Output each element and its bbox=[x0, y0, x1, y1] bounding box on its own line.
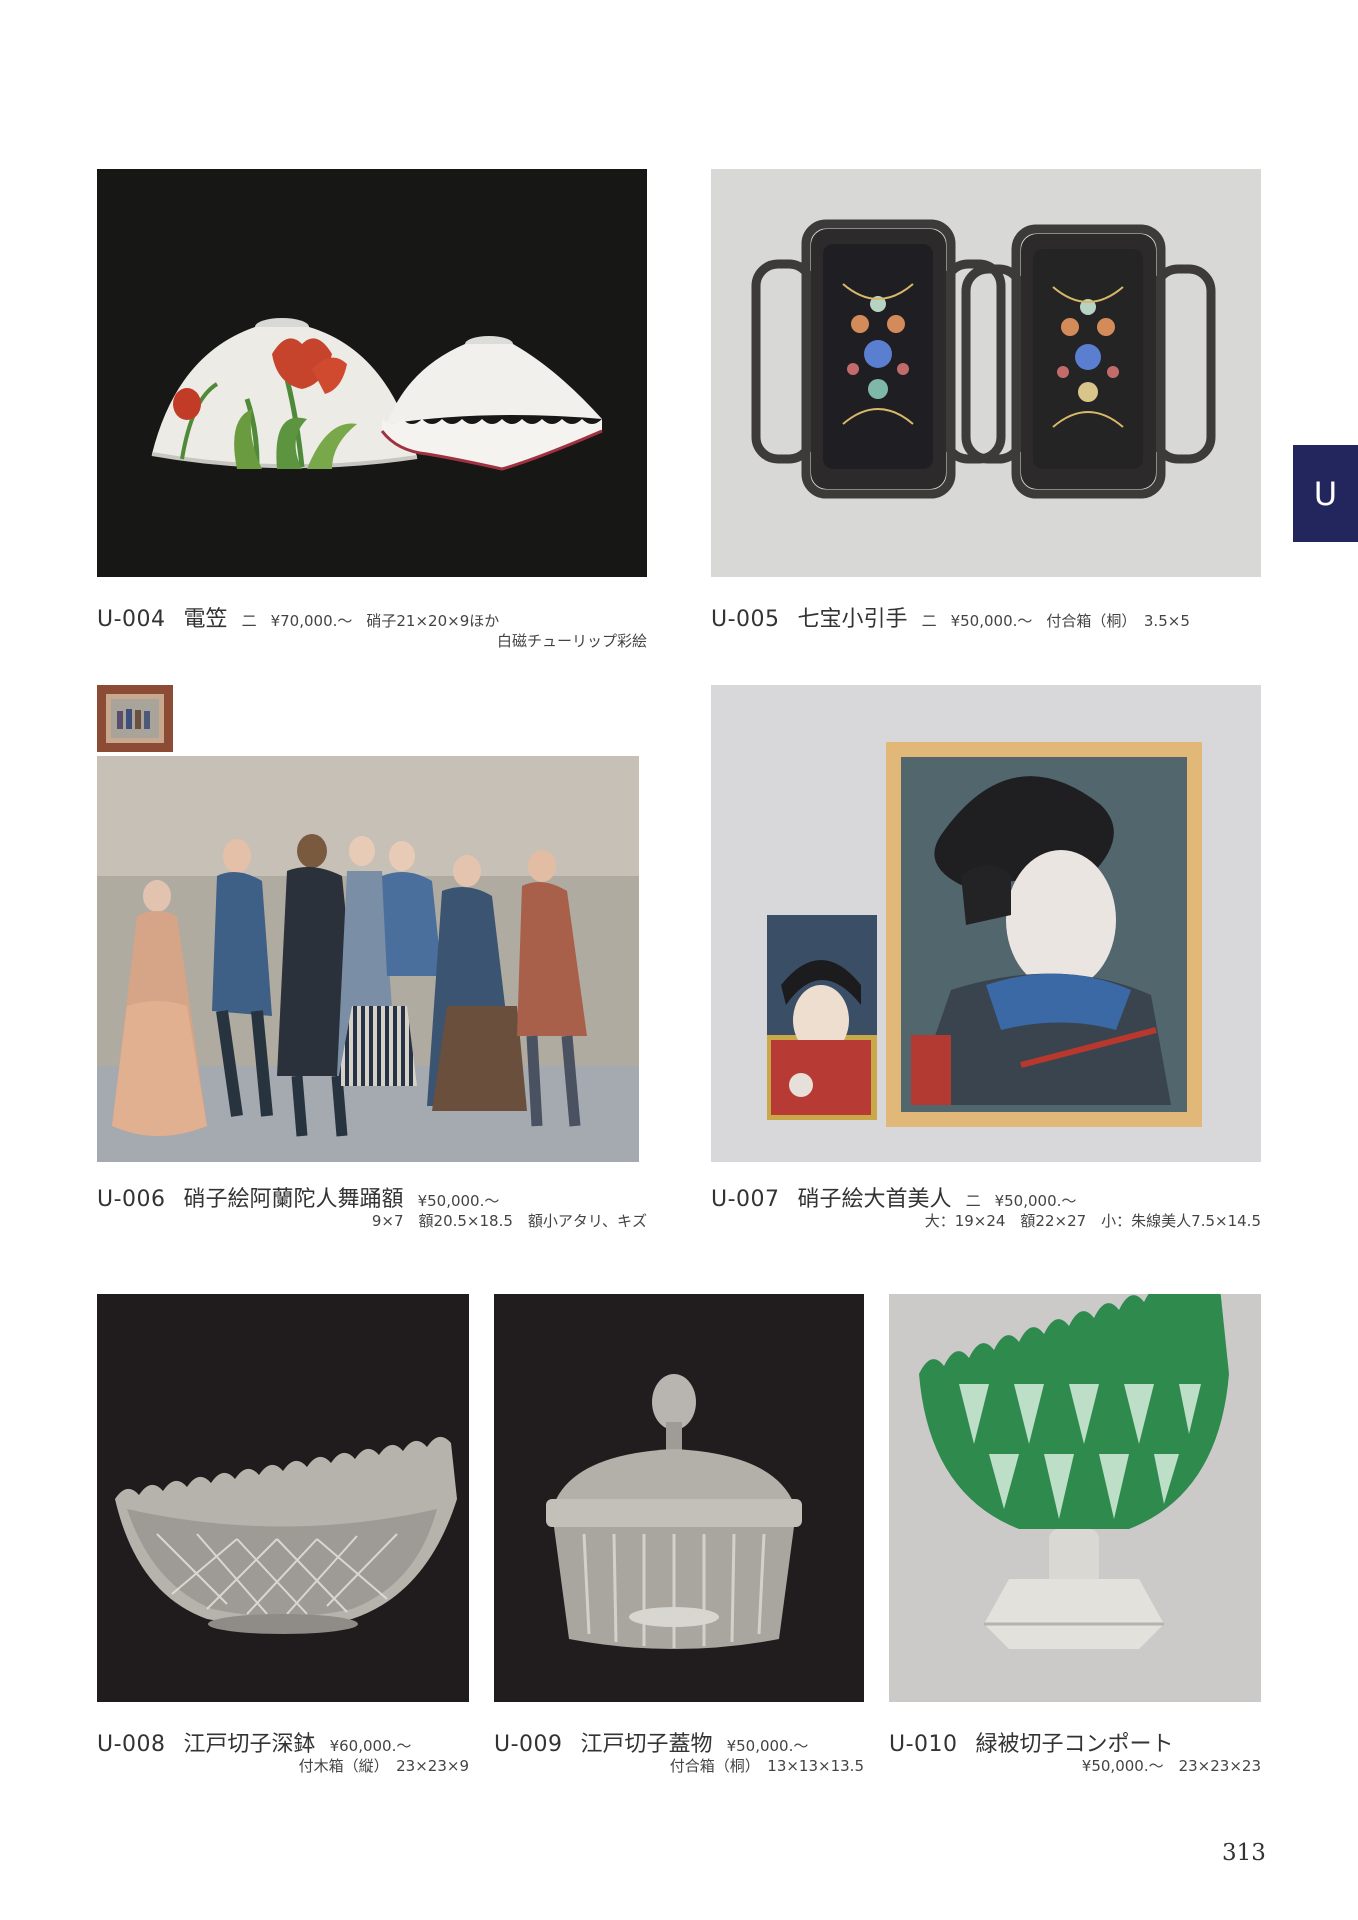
item-code: U-006 bbox=[97, 1187, 166, 1212]
item-code: U-009 bbox=[494, 1732, 563, 1757]
caption-u008: U-008 江戸切子深鉢 ¥60,000.〜 bbox=[97, 1726, 411, 1758]
photo-u004-lamp-shades bbox=[97, 169, 647, 577]
photo-u008-cut-glass-bowl bbox=[97, 1294, 469, 1702]
item-price: ¥50,000.〜 bbox=[994, 1192, 1077, 1210]
item-price: ¥50,000.〜 bbox=[726, 1737, 809, 1755]
photo-u006-dancers-painting bbox=[97, 756, 639, 1162]
item-code: U-005 bbox=[711, 607, 780, 632]
item-name: 七宝小引手 bbox=[797, 607, 908, 632]
photo-u007-bijin-paintings bbox=[711, 685, 1261, 1162]
caption-u006-line2: 9×7 額20.5×18.5 額小アタリ、キズ bbox=[371, 1212, 647, 1230]
item-code: U-010 bbox=[889, 1732, 958, 1757]
caption-u010-line2: ¥50,000.〜 23×23×23 bbox=[1081, 1757, 1261, 1775]
item-mark: 二 bbox=[921, 612, 937, 630]
item-price: ¥60,000.〜 bbox=[329, 1737, 412, 1755]
item-name: 緑被切子コンポート bbox=[975, 1732, 1174, 1757]
item-name: 硝子絵阿蘭陀人舞踊額 bbox=[183, 1187, 404, 1212]
item-price: ¥50,000.〜 bbox=[950, 612, 1033, 630]
caption-u010: U-010 緑被切子コンポート bbox=[889, 1726, 1174, 1758]
photo-u006-framed-thumbnail bbox=[97, 685, 173, 752]
item-code: U-007 bbox=[711, 1187, 780, 1212]
caption-u007: U-007 硝子絵大首美人二 ¥50,000.〜 bbox=[711, 1181, 1076, 1213]
item-detail: 付合箱（桐） 3.5×5 bbox=[1046, 612, 1190, 630]
caption-u004: U-004 電笠二 ¥70,000.〜 硝子21×20×9ほか bbox=[97, 601, 499, 633]
item-code: U-004 bbox=[97, 607, 166, 632]
photo-u005-cloisonne-pulls bbox=[711, 169, 1261, 577]
caption-u005: U-005 七宝小引手二 ¥50,000.〜 付合箱（桐） 3.5×5 bbox=[711, 601, 1190, 633]
item-name: 硝子絵大首美人 bbox=[797, 1187, 952, 1212]
item-name: 電笠 bbox=[183, 607, 228, 632]
caption-u009-line2: 付合箱（桐） 13×13×13.5 bbox=[669, 1757, 864, 1775]
photo-u010-green-compote bbox=[889, 1294, 1261, 1702]
item-name: 江戸切子深鉢 bbox=[183, 1732, 316, 1757]
item-mark: 二 bbox=[965, 1192, 981, 1210]
caption-u008-line2: 付木箱（縦） 23×23×9 bbox=[298, 1757, 469, 1775]
caption-u007-line2: 大：19×24 額22×27 小：朱線美人7.5×14.5 bbox=[924, 1212, 1261, 1230]
item-price: ¥50,000.〜 bbox=[417, 1192, 500, 1210]
item-code: U-008 bbox=[97, 1732, 166, 1757]
item-price: ¥70,000.〜 bbox=[270, 612, 353, 630]
item-detail: 硝子21×20×9ほか bbox=[366, 612, 500, 630]
page-number: 313 bbox=[1222, 1840, 1266, 1866]
section-tab: U bbox=[1293, 445, 1358, 542]
item-name: 江戸切子蓋物 bbox=[580, 1732, 713, 1757]
caption-u004-line2: 白磁チューリップ彩絵 bbox=[496, 632, 647, 650]
caption-u009: U-009 江戸切子蓋物 ¥50,000.〜 bbox=[494, 1726, 808, 1758]
caption-u006: U-006 硝子絵阿蘭陀人舞踊額 ¥50,000.〜 bbox=[97, 1181, 499, 1213]
item-mark: 二 bbox=[241, 612, 257, 630]
photo-u009-cut-glass-covered-box bbox=[494, 1294, 864, 1702]
